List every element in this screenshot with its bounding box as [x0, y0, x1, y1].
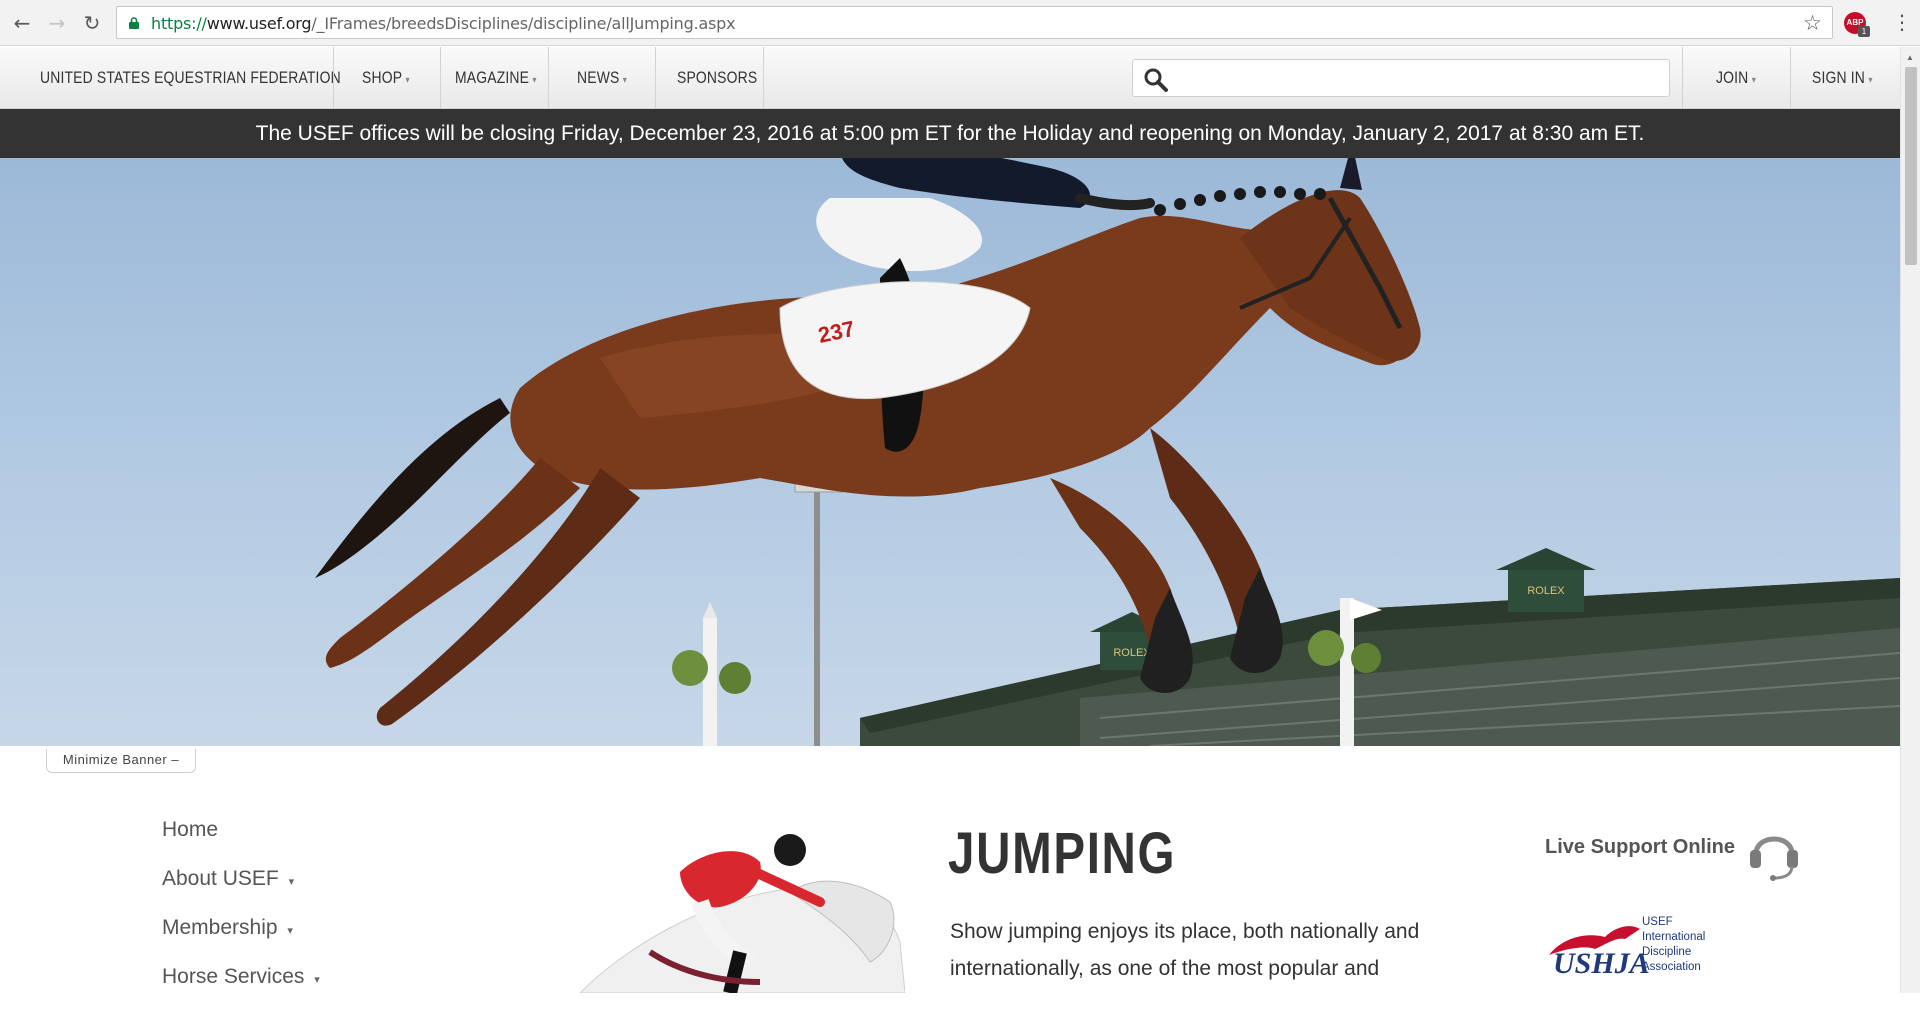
sidebar-item-horse-services[interactable]: Horse Services ▾ [162, 965, 320, 1014]
sidebar-item-about-usef[interactable]: About USEF ▾ [162, 867, 320, 916]
nav-divider [440, 47, 441, 109]
scrollbar-thumb[interactable] [1905, 67, 1917, 265]
page-title: JUMPING [948, 821, 1177, 886]
browser-toolbar: ← → ↻ https://www.usef.org/_IFrames/bree… [0, 0, 1920, 46]
bookmark-star-icon[interactable]: ☆ [1803, 11, 1822, 35]
nav-item-sign-in[interactable]: SIGN IN ▾ [1812, 47, 1873, 109]
caret-down-icon: ▾ [314, 974, 320, 986]
rolex-sign: ROLEX [1527, 585, 1565, 597]
live-support-link[interactable]: Live Support Online [1545, 836, 1735, 859]
sidebar-item-home[interactable]: Home [162, 818, 320, 867]
nav-item-sponsors[interactable]: SPONSORS [677, 47, 757, 109]
nav-item-shop[interactable]: SHOP ▾ [362, 47, 410, 109]
nav-brand-link[interactable]: UNITED STATES EQUESTRIAN FEDERATION [40, 47, 341, 109]
reload-icon[interactable]: ↻ [80, 11, 104, 35]
hero-banner: ROLEX ROLEX 237 [0, 158, 1900, 746]
search-input[interactable] [1132, 59, 1670, 97]
ushja-association-text: USEF International Discipline Associatio… [1642, 916, 1706, 973]
caret-down-icon: ▾ [287, 925, 293, 937]
browser-menu-icon[interactable]: ⋮ [1892, 10, 1912, 34]
discipline-rider-image [560, 832, 905, 993]
sidebar-menu: Home About USEF ▾ Membership ▾ Horse Ser… [162, 818, 320, 1014]
headset-icon[interactable] [1746, 822, 1802, 882]
search-icon [1144, 68, 1168, 92]
nav-divider [1682, 47, 1683, 109]
ushja-logo-text: USHJA [1553, 947, 1650, 977]
adblock-count-badge: 1 [1858, 26, 1870, 37]
nav-item-join[interactable]: JOIN ▾ [1716, 47, 1756, 109]
minimize-banner-button[interactable]: Minimize Banner – [46, 749, 196, 773]
site-navigation: UNITED STATES EQUESTRIAN FEDERATION SHOP… [0, 47, 1900, 109]
caret-down-icon: ▾ [288, 876, 295, 888]
page-scrollbar[interactable]: ▲ [1900, 47, 1920, 993]
scroll-up-arrow-icon[interactable]: ▲ [1906, 53, 1914, 62]
hero-jumping-horse-image: ROLEX ROLEX 237 [315, 158, 1900, 746]
url-text: https://www.usef.org/_IFrames/breedsDisc… [151, 14, 736, 33]
back-arrow-icon[interactable]: ← [10, 11, 34, 35]
announcement-banner: The USEF offices will be closing Friday,… [0, 109, 1900, 158]
nav-divider [655, 47, 656, 109]
nav-item-news[interactable]: NEWS ▾ [577, 47, 627, 109]
address-bar[interactable]: https://www.usef.org/_IFrames/breedsDisc… [116, 6, 1833, 39]
forward-arrow-icon[interactable]: → [45, 11, 69, 35]
nav-item-magazine[interactable]: MAGAZINE ▾ [455, 47, 537, 109]
nav-divider [333, 47, 334, 109]
sidebar-item-membership[interactable]: Membership ▾ [162, 916, 320, 965]
intro-paragraph: Show jumping enjoys its place, both nati… [950, 920, 1420, 980]
nav-divider [763, 47, 764, 109]
nav-divider [548, 47, 549, 109]
lock-icon [129, 17, 139, 29]
nav-divider [1790, 47, 1791, 109]
